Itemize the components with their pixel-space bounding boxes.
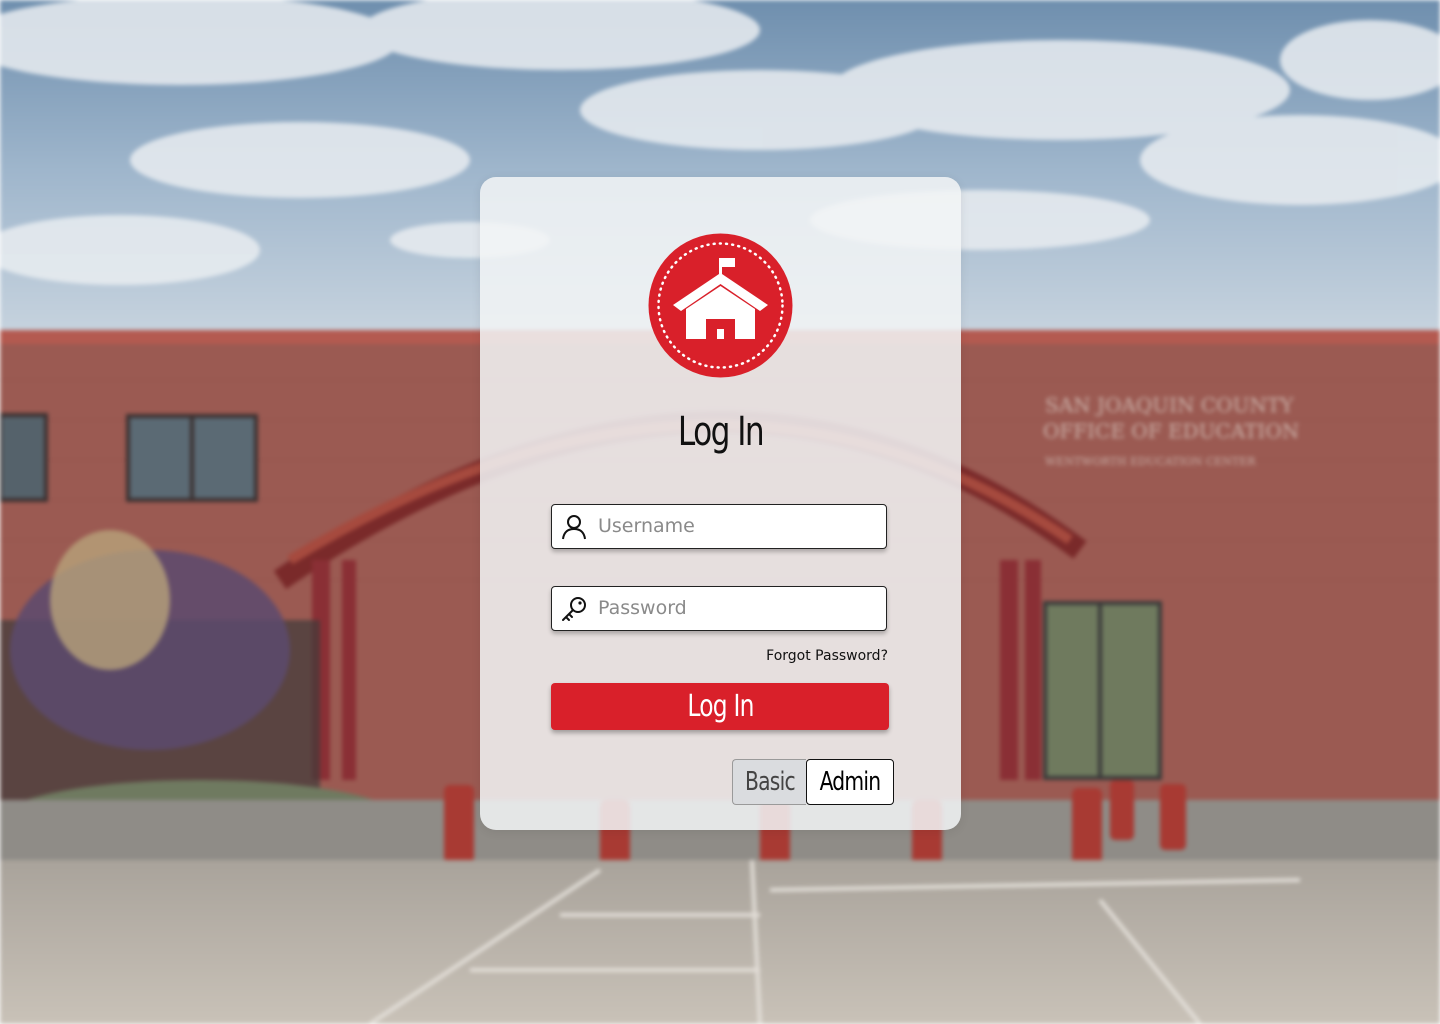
building-sign-line3: WENTWORTH EDUCATION CENTER: [1045, 455, 1256, 468]
mode-toggle: Basic Admin: [732, 759, 894, 805]
mode-option-admin-label: Admin: [819, 767, 882, 797]
schoolhouse-icon: [648, 233, 793, 378]
user-icon: [562, 515, 586, 540]
username-field[interactable]: [551, 504, 887, 549]
login-button[interactable]: Log In: [551, 683, 889, 730]
username-input[interactable]: [598, 505, 878, 547]
mode-option-basic-label: Basic: [744, 767, 796, 797]
password-input[interactable]: [598, 587, 878, 629]
key-icon: [562, 597, 586, 621]
page-title: Log In: [677, 409, 765, 455]
login-button-label: Log In: [686, 689, 754, 724]
mode-option-admin[interactable]: Admin: [806, 759, 894, 805]
password-field[interactable]: [551, 586, 887, 631]
login-card: Log In Forgot Password? Log In Basic Adm…: [480, 177, 961, 830]
mode-option-basic[interactable]: Basic: [732, 759, 806, 805]
building-sign-line1: SAN JOAQUIN COUNTY: [1045, 393, 1294, 417]
forgot-password-link[interactable]: Forgot Password?: [766, 648, 888, 664]
building-sign-line2: OFFICE OF EDUCATION: [1043, 419, 1299, 443]
